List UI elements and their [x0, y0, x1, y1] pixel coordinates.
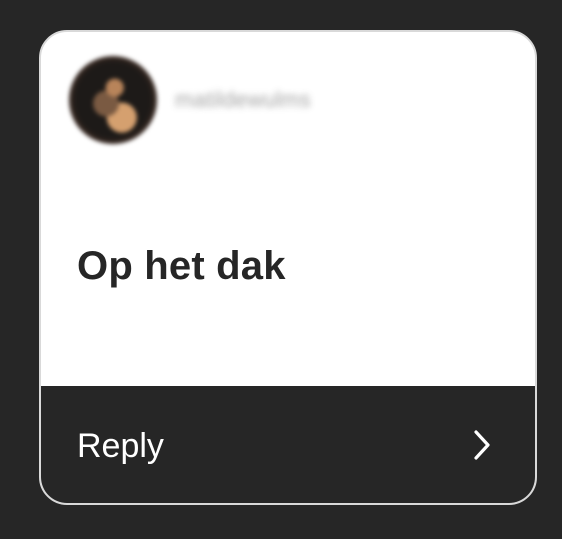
message-text: Op het dak: [77, 244, 286, 288]
message-card: matildewulms Op het dak Reply: [39, 30, 537, 505]
reply-label: Reply: [77, 427, 164, 465]
card-header: matildewulms: [69, 56, 509, 146]
chevron-right-icon: [471, 428, 495, 462]
avatar: [69, 56, 157, 144]
reply-button[interactable]: Reply: [41, 386, 535, 503]
username: matildewulms: [175, 87, 311, 112]
